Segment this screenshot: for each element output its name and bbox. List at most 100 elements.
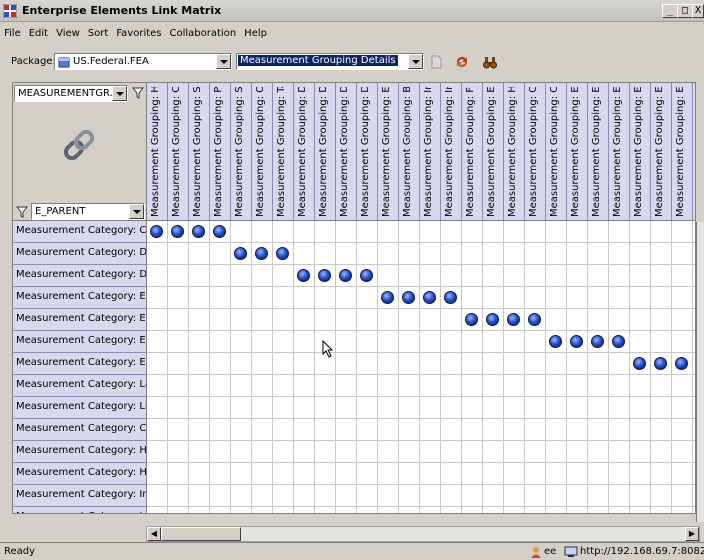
matrix-cell[interactable] xyxy=(294,441,315,463)
page-icon[interactable] xyxy=(428,54,444,70)
matrix-cell[interactable] xyxy=(546,441,567,463)
matrix-cell[interactable] xyxy=(567,419,588,441)
column-header[interactable]: Measurement Grouping: Ele... xyxy=(483,83,504,221)
matrix-cell[interactable] xyxy=(630,353,651,375)
matrix-cell[interactable] xyxy=(672,507,693,513)
matrix-cell[interactable] xyxy=(273,221,294,243)
matrix-cell[interactable] xyxy=(168,243,189,265)
matrix-cell[interactable] xyxy=(336,375,357,397)
matrix-cell[interactable] xyxy=(609,485,630,507)
matrix-cell[interactable] xyxy=(588,309,609,331)
matrix-cell[interactable] xyxy=(483,221,504,243)
matrix-cell[interactable] xyxy=(546,397,567,419)
matrix-cell[interactable] xyxy=(630,265,651,287)
matrix-cell[interactable] xyxy=(588,287,609,309)
matrix-cell[interactable] xyxy=(273,419,294,441)
matrix-cell[interactable] xyxy=(546,353,567,375)
matrix-cell[interactable] xyxy=(525,375,546,397)
matrix-cell[interactable] xyxy=(483,309,504,331)
matrix-cell[interactable] xyxy=(504,375,525,397)
matrix-cell[interactable] xyxy=(546,309,567,331)
matrix-cell[interactable] xyxy=(210,309,231,331)
chevron-down-icon[interactable] xyxy=(112,86,127,101)
matrix-cell[interactable] xyxy=(210,441,231,463)
matrix-cell[interactable] xyxy=(336,309,357,331)
matrix-cell[interactable] xyxy=(357,375,378,397)
matrix-cell[interactable] xyxy=(672,331,693,353)
matrix-cell[interactable] xyxy=(378,507,399,513)
matrix-cell[interactable] xyxy=(294,353,315,375)
matrix-cell[interactable] xyxy=(357,507,378,513)
matrix-cell[interactable] xyxy=(609,441,630,463)
matrix-cell[interactable] xyxy=(441,243,462,265)
matrix-cell[interactable] xyxy=(651,265,672,287)
matrix-cell[interactable] xyxy=(504,419,525,441)
matrix-cell[interactable] xyxy=(483,441,504,463)
maximize-button[interactable]: □ xyxy=(677,4,693,18)
matrix-cell[interactable] xyxy=(525,507,546,513)
matrix-cell[interactable] xyxy=(567,485,588,507)
matrix-cell[interactable] xyxy=(294,287,315,309)
filter-icon[interactable] xyxy=(132,87,144,99)
matrix-cell[interactable] xyxy=(525,419,546,441)
matrix-cell[interactable] xyxy=(210,221,231,243)
matrix-cell[interactable] xyxy=(504,485,525,507)
matrix-cell[interactable] xyxy=(210,331,231,353)
matrix-cell[interactable] xyxy=(294,375,315,397)
column-header[interactable]: Measurement Grouping: En... xyxy=(588,83,609,221)
matrix-cell[interactable] xyxy=(420,331,441,353)
matrix-cell[interactable] xyxy=(609,243,630,265)
column-header[interactable]: Measurement Grouping: Hig... xyxy=(504,83,525,221)
minimize-button[interactable]: _ xyxy=(662,4,678,18)
matrix-cell[interactable] xyxy=(168,287,189,309)
column-header[interactable]: Measurement Grouping: Int... xyxy=(441,83,462,221)
matrix-cell[interactable] xyxy=(672,309,693,331)
column-header[interactable]: Measurement Grouping: En... xyxy=(651,83,672,221)
matrix-cell[interactable] xyxy=(189,441,210,463)
matrix-cell[interactable] xyxy=(651,331,672,353)
matrix-cell[interactable] xyxy=(336,331,357,353)
matrix-cell[interactable] xyxy=(210,287,231,309)
matrix-cell[interactable] xyxy=(231,397,252,419)
matrix-cell[interactable] xyxy=(231,485,252,507)
matrix-cell[interactable] xyxy=(588,243,609,265)
matrix-cell[interactable] xyxy=(567,463,588,485)
matrix-cell[interactable] xyxy=(315,287,336,309)
column-header[interactable]: Measurement Grouping: Cul... xyxy=(525,83,546,221)
chevron-down-icon[interactable] xyxy=(216,54,231,69)
matrix-cell[interactable] xyxy=(546,221,567,243)
matrix-cell[interactable] xyxy=(210,375,231,397)
matrix-cell[interactable] xyxy=(462,419,483,441)
matrix-cell[interactable] xyxy=(546,287,567,309)
row-header[interactable]: Measurement Category: C... xyxy=(13,221,147,243)
matrix-cell[interactable] xyxy=(651,397,672,419)
matrix-cell[interactable] xyxy=(483,353,504,375)
matrix-cell[interactable] xyxy=(630,287,651,309)
column-header[interactable]: Measurement Grouping: Dis... xyxy=(336,83,357,221)
matrix-cell[interactable] xyxy=(546,375,567,397)
column-header[interactable]: Measurement Grouping: En... xyxy=(630,83,651,221)
matrix-cell[interactable] xyxy=(567,353,588,375)
matrix-cell[interactable] xyxy=(651,485,672,507)
matrix-cell[interactable] xyxy=(231,309,252,331)
matrix-cell[interactable] xyxy=(672,419,693,441)
column-header[interactable]: Measurement Grouping: Pol... xyxy=(693,83,695,221)
matrix-cell[interactable] xyxy=(546,243,567,265)
row-header[interactable]: Measurement Category: In... xyxy=(13,507,147,513)
matrix-cell[interactable] xyxy=(525,485,546,507)
matrix-cell[interactable] xyxy=(189,463,210,485)
matrix-cell[interactable] xyxy=(462,397,483,419)
matrix-cell[interactable] xyxy=(231,463,252,485)
matrix-cell[interactable] xyxy=(378,441,399,463)
matrix-cell[interactable] xyxy=(147,221,168,243)
matrix-cell[interactable] xyxy=(399,397,420,419)
column-header[interactable]: Measurement Grouping: Bu... xyxy=(399,83,420,221)
matrix-cell[interactable] xyxy=(336,507,357,513)
matrix-cell[interactable] xyxy=(315,243,336,265)
matrix-cell[interactable] xyxy=(462,309,483,331)
menu-file[interactable]: File xyxy=(0,26,25,39)
matrix-cell[interactable] xyxy=(294,309,315,331)
matrix-cell[interactable] xyxy=(273,331,294,353)
matrix-cell[interactable] xyxy=(273,485,294,507)
matrix-cell[interactable] xyxy=(420,265,441,287)
